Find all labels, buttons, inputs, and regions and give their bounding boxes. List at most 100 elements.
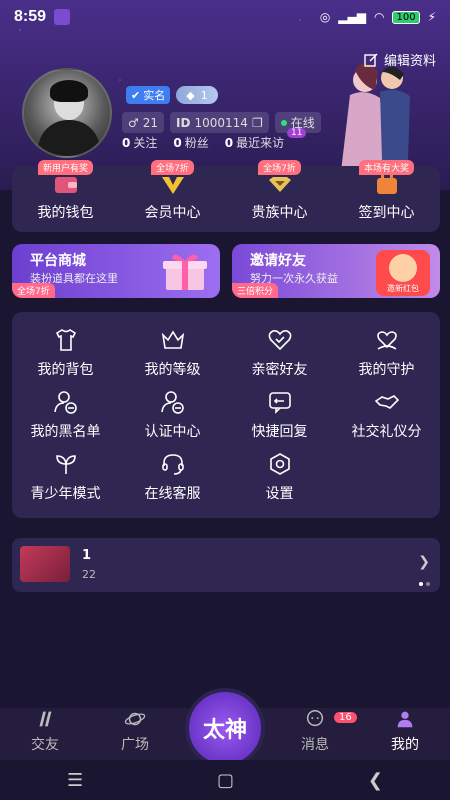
red-packet-icon: 邀新红包 xyxy=(376,250,430,296)
backpack-icon xyxy=(55,329,76,351)
message-icon xyxy=(306,710,324,727)
grid-item-blacklist[interactable]: 我的黑名单 xyxy=(12,384,119,446)
entry-tag: 本场有大奖 xyxy=(358,160,414,175)
edit-profile-button[interactable]: 编辑资料 xyxy=(364,50,436,69)
grid-item-customer-service[interactable]: 在线客服 xyxy=(119,446,226,508)
invite-title: 邀请好友 xyxy=(250,253,306,269)
carousel-dots xyxy=(419,582,430,586)
feed-title: 1 xyxy=(82,548,92,563)
grid-label: 我的背包 xyxy=(37,362,94,378)
copy-icon[interactable]: ❐ xyxy=(252,116,263,130)
tab-square[interactable]: 广场 xyxy=(90,708,180,760)
stat-following[interactable]: 0 关注 xyxy=(122,134,157,151)
tab-messages[interactable]: 16 消息 xyxy=(270,708,360,760)
invite-tag: 三倍积分 xyxy=(232,283,279,298)
grid-item-certification[interactable]: 认证中心 xyxy=(119,384,226,446)
level-icon-small: ♂ xyxy=(128,115,139,130)
entry-label: 会员中心 xyxy=(144,205,201,221)
status-bar: 8:59 ◎ ▂▄▆ ◠ 100 ⚡ xyxy=(0,0,450,34)
settings-icon xyxy=(269,453,290,475)
vip-entry[interactable]: 全场7折 会员中心 xyxy=(119,160,226,232)
grid-item-quick-reply[interactable]: 快捷回复 xyxy=(226,384,333,446)
visitor-count-badge: 11 xyxy=(287,128,307,138)
entry-label: 贵族中心 xyxy=(251,205,308,221)
tab-label: 交友 xyxy=(31,737,59,753)
user-badges: ✔ 实名 ◆ 1 xyxy=(126,86,218,104)
tab-label: 消息 xyxy=(301,737,329,753)
grid-item-close-friends[interactable]: 亲密好友 xyxy=(226,322,333,384)
tab-dating[interactable]: 交友 xyxy=(0,708,90,760)
grid-item-settings[interactable]: 设置 xyxy=(226,446,333,508)
menu-icon[interactable]: ☰ xyxy=(67,770,83,791)
home-icon[interactable]: ▢ xyxy=(217,770,234,791)
wallet-entry[interactable]: 新用户有奖 我的钱包 xyxy=(12,160,119,232)
grid-label: 设置 xyxy=(265,486,294,502)
online-dot-icon xyxy=(280,119,287,126)
system-nav-bar: ☰ ▢ ❮ xyxy=(0,760,450,800)
battery-icon: 100 xyxy=(392,10,420,24)
vip-icon xyxy=(161,177,184,194)
stat-label: 粉丝 xyxy=(184,136,209,150)
message-count-badge: 16 xyxy=(334,712,357,723)
dating-icon xyxy=(39,711,52,727)
platform-mall-card[interactable]: 平台商城 装扮道具都在这里 全场7折 xyxy=(12,244,220,298)
grid-label: 我的黑名单 xyxy=(30,424,101,440)
grid-item-social-etiquette[interactable]: 社交礼仪分 xyxy=(333,384,440,446)
certify-icon xyxy=(160,391,184,414)
real-name-badge: ✔ 实名 xyxy=(126,86,171,104)
gem-level-badge[interactable]: ◆ 1 xyxy=(176,86,218,104)
grid-item-level[interactable]: 我的等级 xyxy=(119,322,226,384)
blacklist-icon xyxy=(53,391,77,414)
grid-item-guard[interactable]: 我的守护 xyxy=(333,322,440,384)
heart-friend-icon xyxy=(268,330,291,351)
hd-icon: ◎ xyxy=(319,10,331,24)
quick-reply-icon xyxy=(268,392,291,414)
mall-tag: 全场7折 xyxy=(12,283,55,298)
stat-value: 0 xyxy=(122,136,131,150)
headset-icon xyxy=(161,454,184,475)
stat-label: 最近来访 xyxy=(236,136,285,150)
sprout-icon xyxy=(55,455,76,474)
entry-tag: 新用户有奖 xyxy=(37,160,93,175)
back-icon[interactable]: ❮ xyxy=(368,770,383,791)
handshake-icon xyxy=(374,395,399,409)
id-label: ID xyxy=(176,115,191,130)
planet-icon xyxy=(124,712,146,726)
invite-friends-card[interactable]: 邀请好友 努力一次永久获益 三倍积分 邀新红包 xyxy=(232,244,440,298)
guard-icon xyxy=(376,331,397,350)
stat-fans[interactable]: 0 粉丝 xyxy=(173,134,208,151)
grid-label: 社交礼仪分 xyxy=(351,424,422,440)
tab-label: 广场 xyxy=(121,737,149,753)
status-time: 8:59 xyxy=(14,8,47,25)
checkin-icon xyxy=(376,175,397,194)
grid-label: 我的等级 xyxy=(144,362,201,378)
level-chip: ♂ 21 xyxy=(122,112,165,133)
entry-label: 我的钱包 xyxy=(37,205,94,221)
grid-item-teen-mode[interactable]: 青少年模式 xyxy=(12,446,119,508)
entry-tag: 全场7折 xyxy=(151,160,194,175)
stat-visitors[interactable]: 0 最近来访 xyxy=(225,134,284,151)
wifi-icon: ◠ xyxy=(373,10,385,24)
verified-icon: ✔ xyxy=(131,88,141,102)
id-chip[interactable]: ID 1000114 ❐ xyxy=(170,112,269,133)
feed-banner-card[interactable]: 1 22 ❯ xyxy=(12,538,440,592)
stat-label: 关注 xyxy=(133,136,158,150)
red-packet-label: 邀新红包 xyxy=(387,284,419,293)
stat-value: 0 xyxy=(173,136,182,150)
charging-icon: ⚡ xyxy=(427,10,436,24)
grid-label: 青少年模式 xyxy=(30,486,101,502)
app-notification-icon xyxy=(54,9,71,25)
gift-box-icon xyxy=(163,254,207,290)
noble-entry[interactable]: 全场7折 贵族中心 xyxy=(226,160,333,232)
edit-profile-label: 编辑资料 xyxy=(383,54,436,69)
grid-label: 在线客服 xyxy=(144,486,201,502)
chevron-right-icon[interactable]: ❯ xyxy=(418,554,430,570)
quick-entries: 新用户有奖 我的钱包 全场7折 会员中心 全场7折 贵族中心 本场有大奖 签到中… xyxy=(12,160,440,232)
avatar[interactable] xyxy=(22,68,112,158)
center-button-label: 太神 xyxy=(202,717,247,743)
grid-item-backpack[interactable]: 我的背包 xyxy=(12,322,119,384)
tab-me[interactable]: 我的 xyxy=(360,708,450,760)
checkin-entry[interactable]: 本场有大奖 签到中心 xyxy=(333,160,440,232)
center-action-button[interactable]: 太神 xyxy=(185,688,265,768)
wallet-icon xyxy=(54,177,77,193)
